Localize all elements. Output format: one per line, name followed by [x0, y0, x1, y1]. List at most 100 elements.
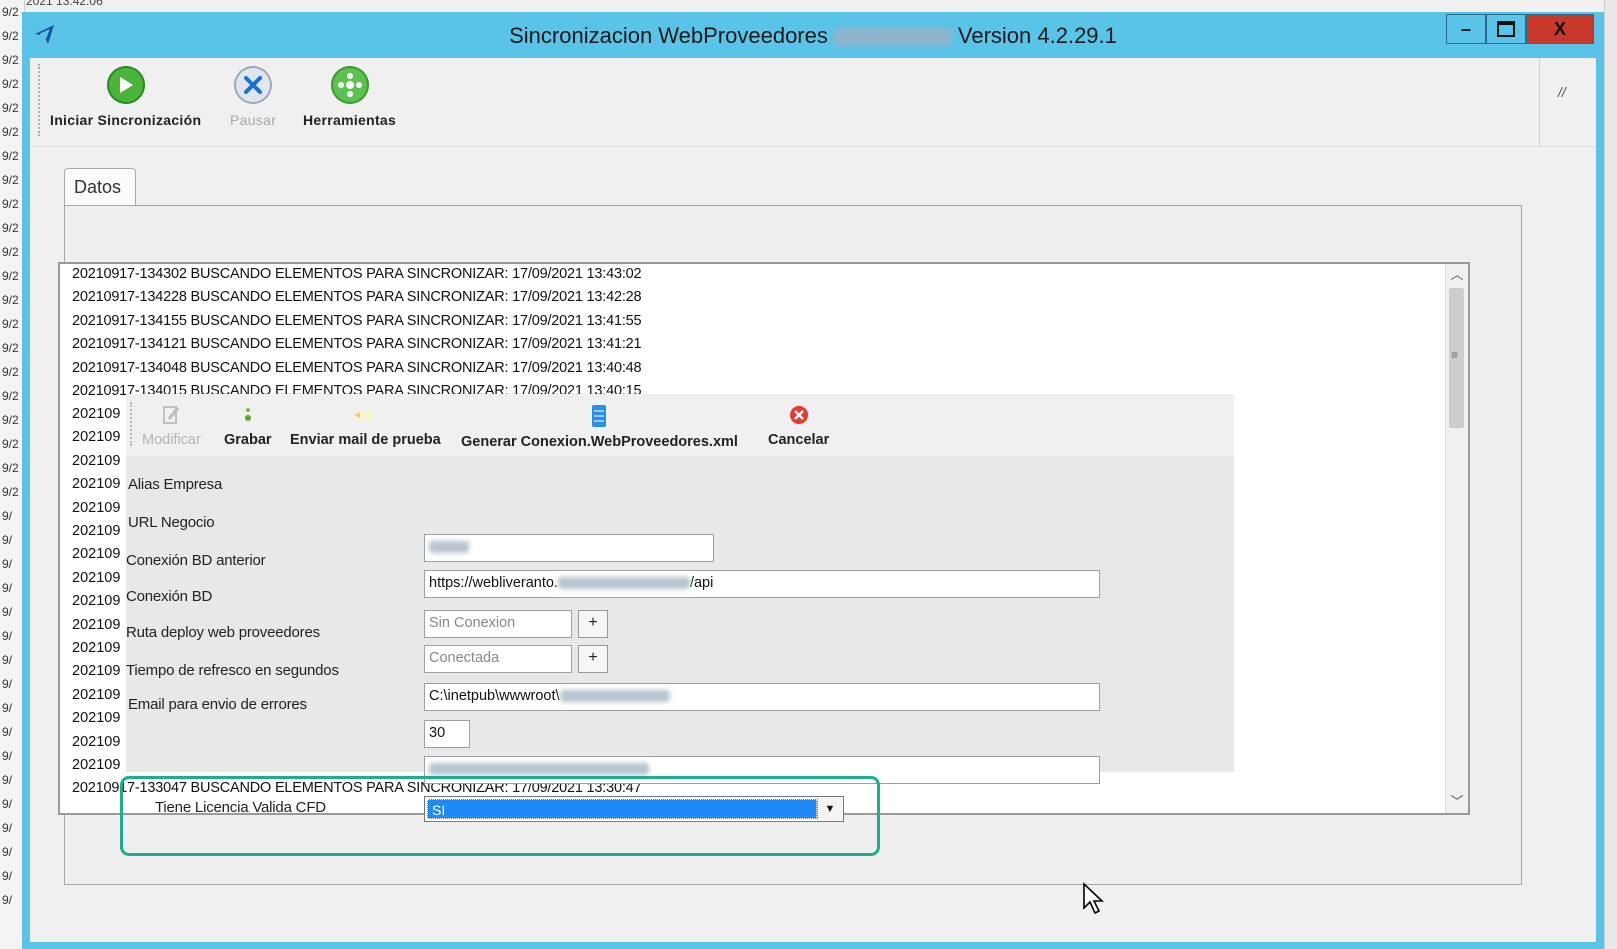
background-log-fragment: 9/ [2, 581, 13, 595]
cancel-button[interactable]: Cancelar [768, 404, 829, 448]
log-line: 20210917-134048 BUSCANDO ELEMENTOS PARA … [72, 359, 642, 376]
log-line-partial: 202109 [72, 663, 121, 680]
redacted-deploy-folder [559, 690, 670, 703]
config-form-toolbar: Modificar Grabar Enviar mail de prueba G… [126, 394, 1234, 456]
send-test-mail-label: Enviar mail de prueba [290, 432, 441, 448]
background-log-fragment: 9/2 [2, 149, 19, 163]
refresh-label: Tiempo de refresco en segundos [126, 662, 339, 679]
config-form-panel: Modificar Grabar Enviar mail de prueba G… [126, 394, 1234, 784]
tools-button[interactable]: Herramientas [303, 66, 396, 128]
toolbar-overflow[interactable]: // [1539, 58, 1590, 146]
alias-input[interactable] [424, 534, 714, 562]
background-log-fragment: 9/2 [2, 101, 19, 115]
save-button[interactable]: Grabar [224, 404, 272, 448]
log-line-partial: 202109 [72, 499, 121, 516]
log-line-partial: 202109 [72, 757, 121, 773]
chevron-down-icon[interactable]: ▼ [817, 798, 842, 820]
background-log-fragment: 9/2 [2, 245, 19, 259]
background-log-fragment: 9/ [2, 509, 13, 523]
tools-gear-icon [330, 66, 369, 104]
log-line-partial: 202109 [72, 640, 121, 656]
license-label: Tiene Licencia Valida CFD [155, 799, 326, 816]
window-title-prefix: Sincronizacion WebProveedores [509, 23, 828, 48]
deploy-path: C:\inetpub\wwwroot\ [429, 688, 560, 704]
background-log-fragment: 9/2 [2, 341, 19, 355]
log-vertical-scrollbar[interactable]: ︿ ≡ ﹀ [1445, 264, 1468, 813]
play-icon [106, 66, 145, 104]
minimize-icon: – [1460, 18, 1471, 39]
background-log-fragment: 9/ [2, 893, 13, 907]
redacted-email [429, 763, 649, 776]
log-line: 20210917-134228 BUSCANDO ELEMENTOS PARA … [72, 289, 642, 306]
tab-datos[interactable]: Datos [64, 168, 136, 206]
prev-db-input: Sin Conexion [424, 610, 572, 638]
log-line-partial: 202109 [72, 710, 121, 727]
title-bar[interactable]: Sincronizacion WebProveedores Version 4.2… [22, 12, 1604, 58]
log-line-partial: 202109 [72, 616, 121, 633]
maximize-button[interactable] [1486, 14, 1526, 44]
pause-button[interactable]: Pausar [230, 66, 276, 128]
background-log-fragment: 9/2 [2, 389, 19, 403]
minimize-button[interactable]: – [1446, 14, 1486, 44]
refresh-input[interactable]: 30 [424, 720, 470, 748]
background-log-fragment: 9/2 [2, 125, 19, 139]
log-line: 20210917-134302 BUSCANDO ELEMENTOS PARA … [72, 266, 642, 282]
close-icon: X [1553, 18, 1566, 39]
scroll-down-arrow-icon[interactable]: ﹀ [1446, 791, 1468, 813]
scroll-up-arrow-icon[interactable]: ︿ [1446, 264, 1468, 286]
background-log-fragment: 9/ [2, 821, 13, 835]
log-line-partial: 202109 [72, 476, 121, 493]
log-line: 20210917-134121 BUSCANDO ELEMENTOS PARA … [72, 336, 642, 353]
log-line-partial: 202109 [72, 406, 121, 422]
main-toolbar: Iniciar Sincronización Pausar Herramient… [30, 58, 1596, 147]
background-log-fragment: 9/2 [2, 437, 19, 451]
url-input[interactable]: https://webliveranto. /api [424, 570, 1100, 598]
modify-button[interactable]: Modificar [142, 404, 201, 448]
alias-label: Alias Empresa [128, 476, 223, 493]
prev-db-plus-button[interactable]: + [578, 610, 608, 638]
log-line-partial: 202109 [72, 733, 121, 750]
deploy-input[interactable]: C:\inetpub\wwwroot\ [424, 683, 1100, 711]
background-log-fragment: 9/2 [2, 221, 19, 235]
prev-db-label: Conexión BD anterior [126, 552, 266, 569]
toolbar-grip[interactable] [38, 64, 43, 136]
background-log-fragment: 9/2 [2, 317, 19, 331]
background-timestamp: 2021 13:42:06 [26, 0, 103, 8]
background-log-fragment: 9/ [2, 701, 13, 715]
background-log-fragment: 9/2 [2, 29, 19, 43]
url-label: URL Negocio [128, 514, 215, 531]
log-line-partial: 202109 [72, 452, 121, 469]
redacted-company-name [833, 28, 952, 47]
generate-xml-label: Generar Conexion.WebProveedores.xml [461, 434, 738, 450]
start-sync-button[interactable]: Iniciar Sincronización [50, 66, 201, 128]
send-test-mail-button[interactable]: Enviar mail de prueba [290, 404, 441, 448]
log-line: 20210917-134155 BUSCANDO ELEMENTOS PARA … [72, 312, 642, 329]
mail-icon [354, 410, 375, 421]
email-input[interactable] [424, 756, 1100, 784]
db-input: Conectada [424, 645, 572, 673]
background-log-fragment: 9/ [2, 725, 13, 739]
close-button[interactable]: X [1526, 14, 1594, 44]
background-log-fragment: 9/ [2, 605, 13, 619]
generate-xml-button[interactable]: Generar Conexion.WebProveedores.xml [461, 404, 738, 450]
redacted-url-domain [557, 577, 690, 590]
background-log-fragment: 9/2 [2, 413, 19, 427]
background-log-fragment: 9/ [2, 557, 13, 571]
license-select[interactable]: SI ▼ [424, 796, 844, 822]
url-suffix: /api [689, 575, 714, 591]
background-log-fragment: 9/ [2, 845, 13, 859]
log-line-partial: 202109 [72, 429, 121, 446]
form-toolbar-grip[interactable] [130, 402, 132, 446]
maximize-icon [1497, 21, 1515, 37]
background-log-fragment: 9/ [2, 677, 13, 691]
background-log-fragment: 9/2 [2, 173, 19, 187]
db-plus-button[interactable]: + [578, 645, 608, 673]
pause-label: Pausar [230, 112, 277, 128]
background-log-fragment: 9/ [2, 797, 13, 811]
db-label: Conexión BD [126, 588, 213, 605]
redacted-alias [429, 541, 469, 554]
background-log-fragment: 9/2 [2, 197, 19, 211]
scroll-thumb[interactable]: ≡ [1449, 288, 1464, 428]
background-log-fragment: 9/2 [2, 269, 19, 283]
pause-x-icon [234, 66, 273, 104]
